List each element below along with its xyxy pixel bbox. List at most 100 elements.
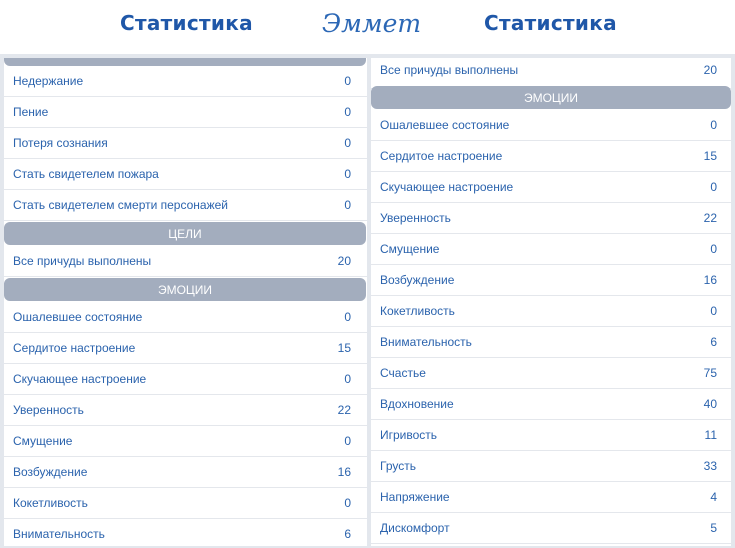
section-header-emotions: Эмоции (4, 278, 366, 301)
stat-value: 0 (344, 105, 351, 119)
stat-label: Вдохновение (380, 397, 454, 411)
stat-label: Уверенность (380, 211, 451, 225)
stat-row: Напряжение 4 (371, 482, 731, 513)
stat-row: Стать свидетелем пожара 0 (4, 159, 367, 190)
stat-value: 20 (703, 63, 717, 77)
stat-label: Все причуды выполнены (380, 63, 519, 77)
stat-value: 16 (337, 465, 351, 479)
stat-label: Уверенность (13, 403, 84, 417)
stat-label: Кокетливость (13, 496, 88, 510)
stat-value: 16 (703, 273, 717, 287)
stat-value: 75 (703, 366, 717, 380)
stat-value: 33 (703, 459, 717, 473)
stat-value: 0 (344, 496, 351, 510)
stat-row: Недержание 0 (4, 66, 367, 97)
section-header-label: Эмоции (157, 283, 213, 297)
stat-label: Скучающее настроение (380, 180, 514, 194)
stat-label: Счастье (380, 366, 426, 380)
stat-row: Игривость 11 (371, 420, 731, 451)
right-stats-panel[interactable]: Все причуды выполнены 20 Эмоции Ошалевше… (371, 58, 731, 546)
stat-label: Пение (13, 105, 49, 119)
stat-row: Кокетливость 0 (371, 296, 731, 327)
stat-row: Возбуждение 16 (4, 457, 367, 488)
stat-row: Кокетливость 0 (4, 488, 367, 519)
stat-row: Уверенность 22 (371, 203, 731, 234)
stat-label: Скучающее настроение (13, 372, 147, 386)
section-header-goals: Цели (4, 222, 366, 245)
stat-value: 6 (344, 527, 351, 541)
stat-row: Скучающее настроение 0 (371, 172, 731, 203)
stat-row: Все причуды выполнены 20 (4, 246, 367, 277)
stat-value: 0 (710, 304, 717, 318)
stat-label: Грусть (380, 459, 416, 473)
section-header-emotions: Эмоции (371, 86, 731, 109)
stat-value: 0 (344, 136, 351, 150)
stat-value: 15 (337, 341, 351, 355)
stat-label: Ошалевшее состояние (380, 118, 510, 132)
stat-row: Ошалевшее состояние 0 (371, 110, 731, 141)
stat-label: Внимательность (13, 527, 105, 541)
stat-label: Недержание (13, 74, 84, 88)
stat-value: 15 (703, 149, 717, 163)
stat-row: Уверенность 22 (4, 395, 367, 426)
stat-row: Скучающее настроение 0 (4, 364, 367, 395)
stat-value: 0 (710, 118, 717, 132)
stats-title-right: Статистика (484, 11, 617, 35)
stat-value: 40 (703, 397, 717, 411)
stat-row: Пение 0 (4, 97, 367, 128)
stat-label: Ошалевшее состояние (13, 310, 143, 324)
stat-label: Игривость (380, 428, 438, 442)
stat-row: Вдохновение 40 (371, 389, 731, 420)
stat-value: 20 (337, 254, 351, 268)
stat-row: Дискомфорт 5 (371, 513, 731, 544)
stat-value: 0 (344, 310, 351, 324)
stat-value: 6 (710, 335, 717, 349)
section-header-label: Эмоции (523, 91, 579, 105)
stat-value: 22 (337, 403, 351, 417)
stat-value: 4 (710, 490, 717, 504)
stat-value: 0 (710, 242, 717, 256)
stat-row: Внимательность 6 (371, 327, 731, 358)
section-header-top (4, 58, 366, 66)
stat-value: 0 (344, 167, 351, 181)
stat-label: Возбуждение (380, 273, 455, 287)
stat-label: Стать свидетелем пожара (13, 167, 159, 181)
stat-row: Счастье 75 (371, 358, 731, 389)
stat-row: Смущение 0 (4, 426, 367, 457)
stat-label: Потеря сознания (13, 136, 108, 150)
stat-value: 0 (710, 180, 717, 194)
stat-label: Сердитое настроение (13, 341, 136, 355)
stat-row: Сердитое настроение 15 (4, 333, 367, 364)
stat-row: Возбуждение 16 (371, 265, 731, 296)
left-stats-panel[interactable]: Недержание 0 Пение 0 Потеря сознания 0 С… (4, 58, 367, 546)
stat-label: Напряжение (380, 490, 450, 504)
stat-value: 0 (344, 434, 351, 448)
stat-value: 22 (703, 211, 717, 225)
stat-row: Сердитое настроение 15 (371, 141, 731, 172)
stat-label: Сердитое настроение (380, 149, 503, 163)
character-name: Эммет (322, 9, 422, 38)
section-header-label: Цели (168, 227, 202, 241)
stat-label: Смущение (13, 434, 73, 448)
stat-value: 11 (704, 428, 717, 442)
stat-label: Стать свидетелем смерти персонажей (13, 198, 228, 212)
stat-row: Ошалевшее состояние 0 (4, 302, 367, 333)
stat-label: Возбуждение (13, 465, 88, 479)
stat-value: 0 (344, 198, 351, 212)
stat-value: 5 (710, 521, 717, 535)
stat-label: Внимательность (380, 335, 472, 349)
stat-value: 0 (344, 74, 351, 88)
stat-label: Кокетливость (380, 304, 455, 318)
stat-row: Все причуды выполнены 20 (371, 58, 731, 89)
stat-row: Внимательность 6 (4, 519, 367, 546)
stat-row: Стать свидетелем смерти персонажей 0 (4, 190, 367, 221)
stat-row: Грусть 33 (371, 451, 731, 482)
stat-value: 0 (344, 372, 351, 386)
stat-label: Все причуды выполнены (13, 254, 152, 268)
header: Статистика Эммет Статистика (0, 0, 735, 54)
stat-row: Потеря сознания 0 (4, 128, 367, 159)
stat-label: Смущение (380, 242, 440, 256)
stat-label: Дискомфорт (380, 521, 450, 535)
stats-title-left: Статистика (120, 11, 253, 35)
stat-row: Смущение 0 (371, 234, 731, 265)
